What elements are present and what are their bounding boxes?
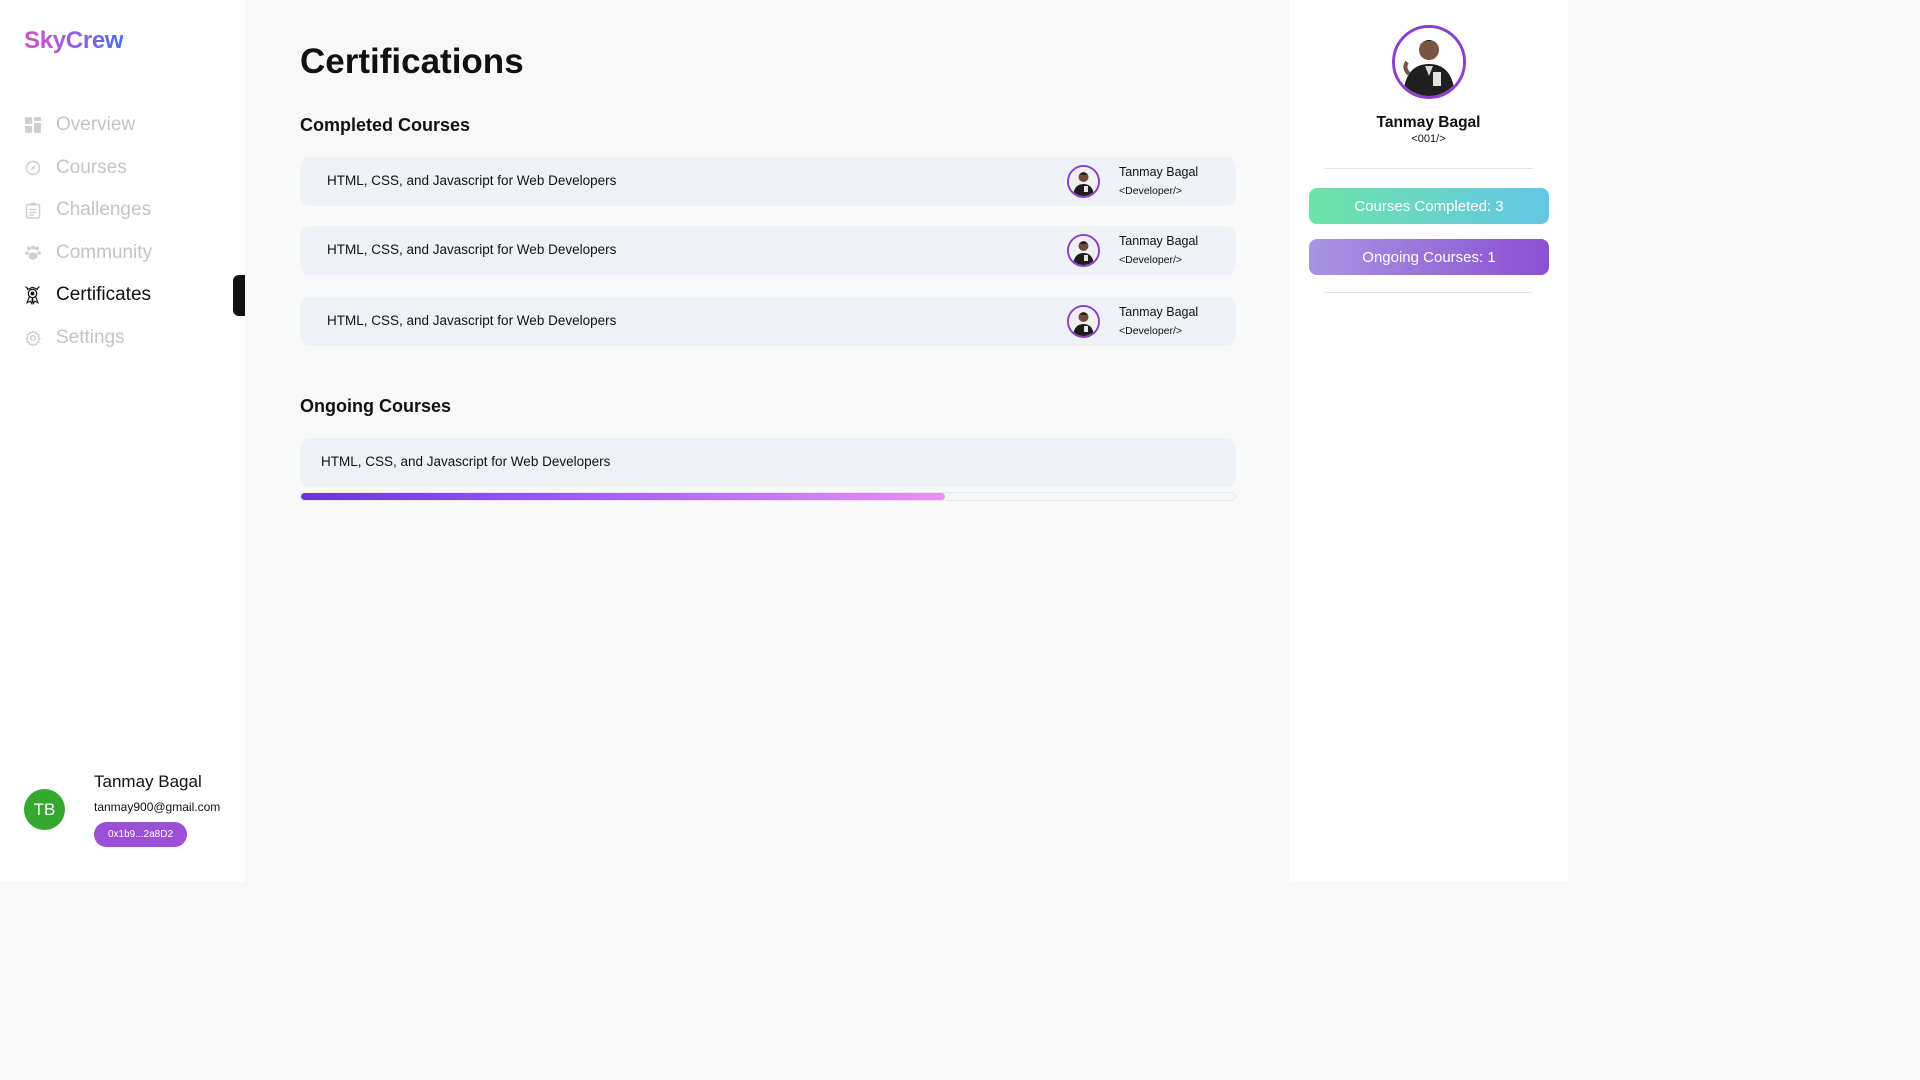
clipboard-icon — [24, 202, 41, 219]
completed-course-row[interactable]: HTML, CSS, and Javascript for Web Develo… — [300, 226, 1236, 275]
ongoing-courses-badge[interactable]: Ongoing Courses: 1 — [1309, 239, 1549, 275]
course-title: HTML, CSS, and Javascript for Web Develo… — [327, 242, 617, 257]
instructor-role: <Developer/> — [1119, 254, 1183, 266]
instructor-avatar — [1067, 165, 1100, 198]
course-title: HTML, CSS, and Javascript for Web Develo… — [321, 454, 611, 469]
active-nav-indicator — [233, 275, 245, 316]
sidebar-item-label: Challenges — [56, 199, 152, 221]
instructor-name: Tanmay Bagal — [1119, 165, 1199, 179]
gear-icon — [24, 329, 41, 346]
user-name: Tanmay Bagal — [94, 772, 202, 791]
app-logo[interactable]: SkyCrew — [24, 27, 124, 55]
sidebar-item-certificates[interactable]: Certificates — [24, 274, 245, 317]
instructor-avatar — [1067, 305, 1100, 338]
sidebar-item-label: Overview — [56, 114, 136, 136]
divider — [1325, 168, 1533, 169]
profile-panel: Tanmay Bagal <001/> Courses Completed: 3… — [1289, 0, 1568, 882]
profile-name: Tanmay Bagal — [1376, 114, 1481, 131]
instructor-role: <Developer/> — [1119, 185, 1183, 197]
instructor-avatar — [1067, 234, 1100, 267]
instructor-role: <Developer/> — [1119, 325, 1183, 337]
main-content: Certifications Completed Courses HTML, C… — [245, 0, 1289, 882]
sidebar: SkyCrew Overview Courses Challenges Comm… — [0, 0, 245, 882]
sidebar-item-label: Certificates — [56, 284, 152, 306]
sidebar-item-label: Settings — [56, 326, 125, 348]
sidebar-item-courses[interactable]: Courses — [24, 147, 245, 190]
sidebar-item-label: Courses — [56, 156, 127, 178]
paw-icon — [24, 244, 41, 261]
grid-icon — [24, 117, 41, 134]
divider — [1325, 292, 1533, 293]
avatar: TB — [24, 789, 65, 830]
sidebar-item-community[interactable]: Community — [24, 232, 245, 275]
instructor-name: Tanmay Bagal — [1119, 234, 1199, 248]
completed-courses-heading: Completed Courses — [300, 115, 471, 135]
certificate-icon — [24, 286, 41, 306]
user-card[interactable]: TB Tanmay Bagal tanmay900@gmail.com 0x1b… — [24, 772, 239, 852]
page-title: Certifications — [300, 42, 524, 81]
completed-course-row[interactable]: HTML, CSS, and Javascript for Web Develo… — [300, 297, 1236, 346]
ongoing-courses-heading: Ongoing Courses — [300, 396, 452, 416]
sidebar-item-label: Community — [56, 241, 153, 263]
sidebar-item-settings[interactable]: Settings — [24, 317, 245, 360]
instructor-name: Tanmay Bagal — [1119, 305, 1199, 319]
sidebar-item-challenges[interactable]: Challenges — [24, 189, 245, 232]
compass-icon — [24, 159, 41, 176]
completed-course-row[interactable]: HTML, CSS, and Javascript for Web Develo… — [300, 157, 1236, 206]
course-title: HTML, CSS, and Javascript for Web Develo… — [327, 313, 617, 328]
wallet-address-badge[interactable]: 0x1b9...2a8D2 — [94, 822, 187, 847]
ongoing-course-row[interactable]: HTML, CSS, and Javascript for Web Develo… — [300, 438, 1236, 487]
course-progress-fill — [301, 493, 946, 500]
courses-completed-badge[interactable]: Courses Completed: 3 — [1309, 188, 1549, 224]
user-email: tanmay900@gmail.com — [94, 800, 221, 814]
sidebar-nav: Overview Courses Challenges Community Ce… — [24, 104, 245, 359]
course-progress-bar — [300, 492, 1236, 501]
course-title: HTML, CSS, and Javascript for Web Develo… — [327, 173, 617, 188]
profile-id: <001/> — [1411, 133, 1446, 145]
sidebar-item-overview[interactable]: Overview — [24, 104, 245, 147]
profile-avatar[interactable] — [1392, 25, 1466, 99]
